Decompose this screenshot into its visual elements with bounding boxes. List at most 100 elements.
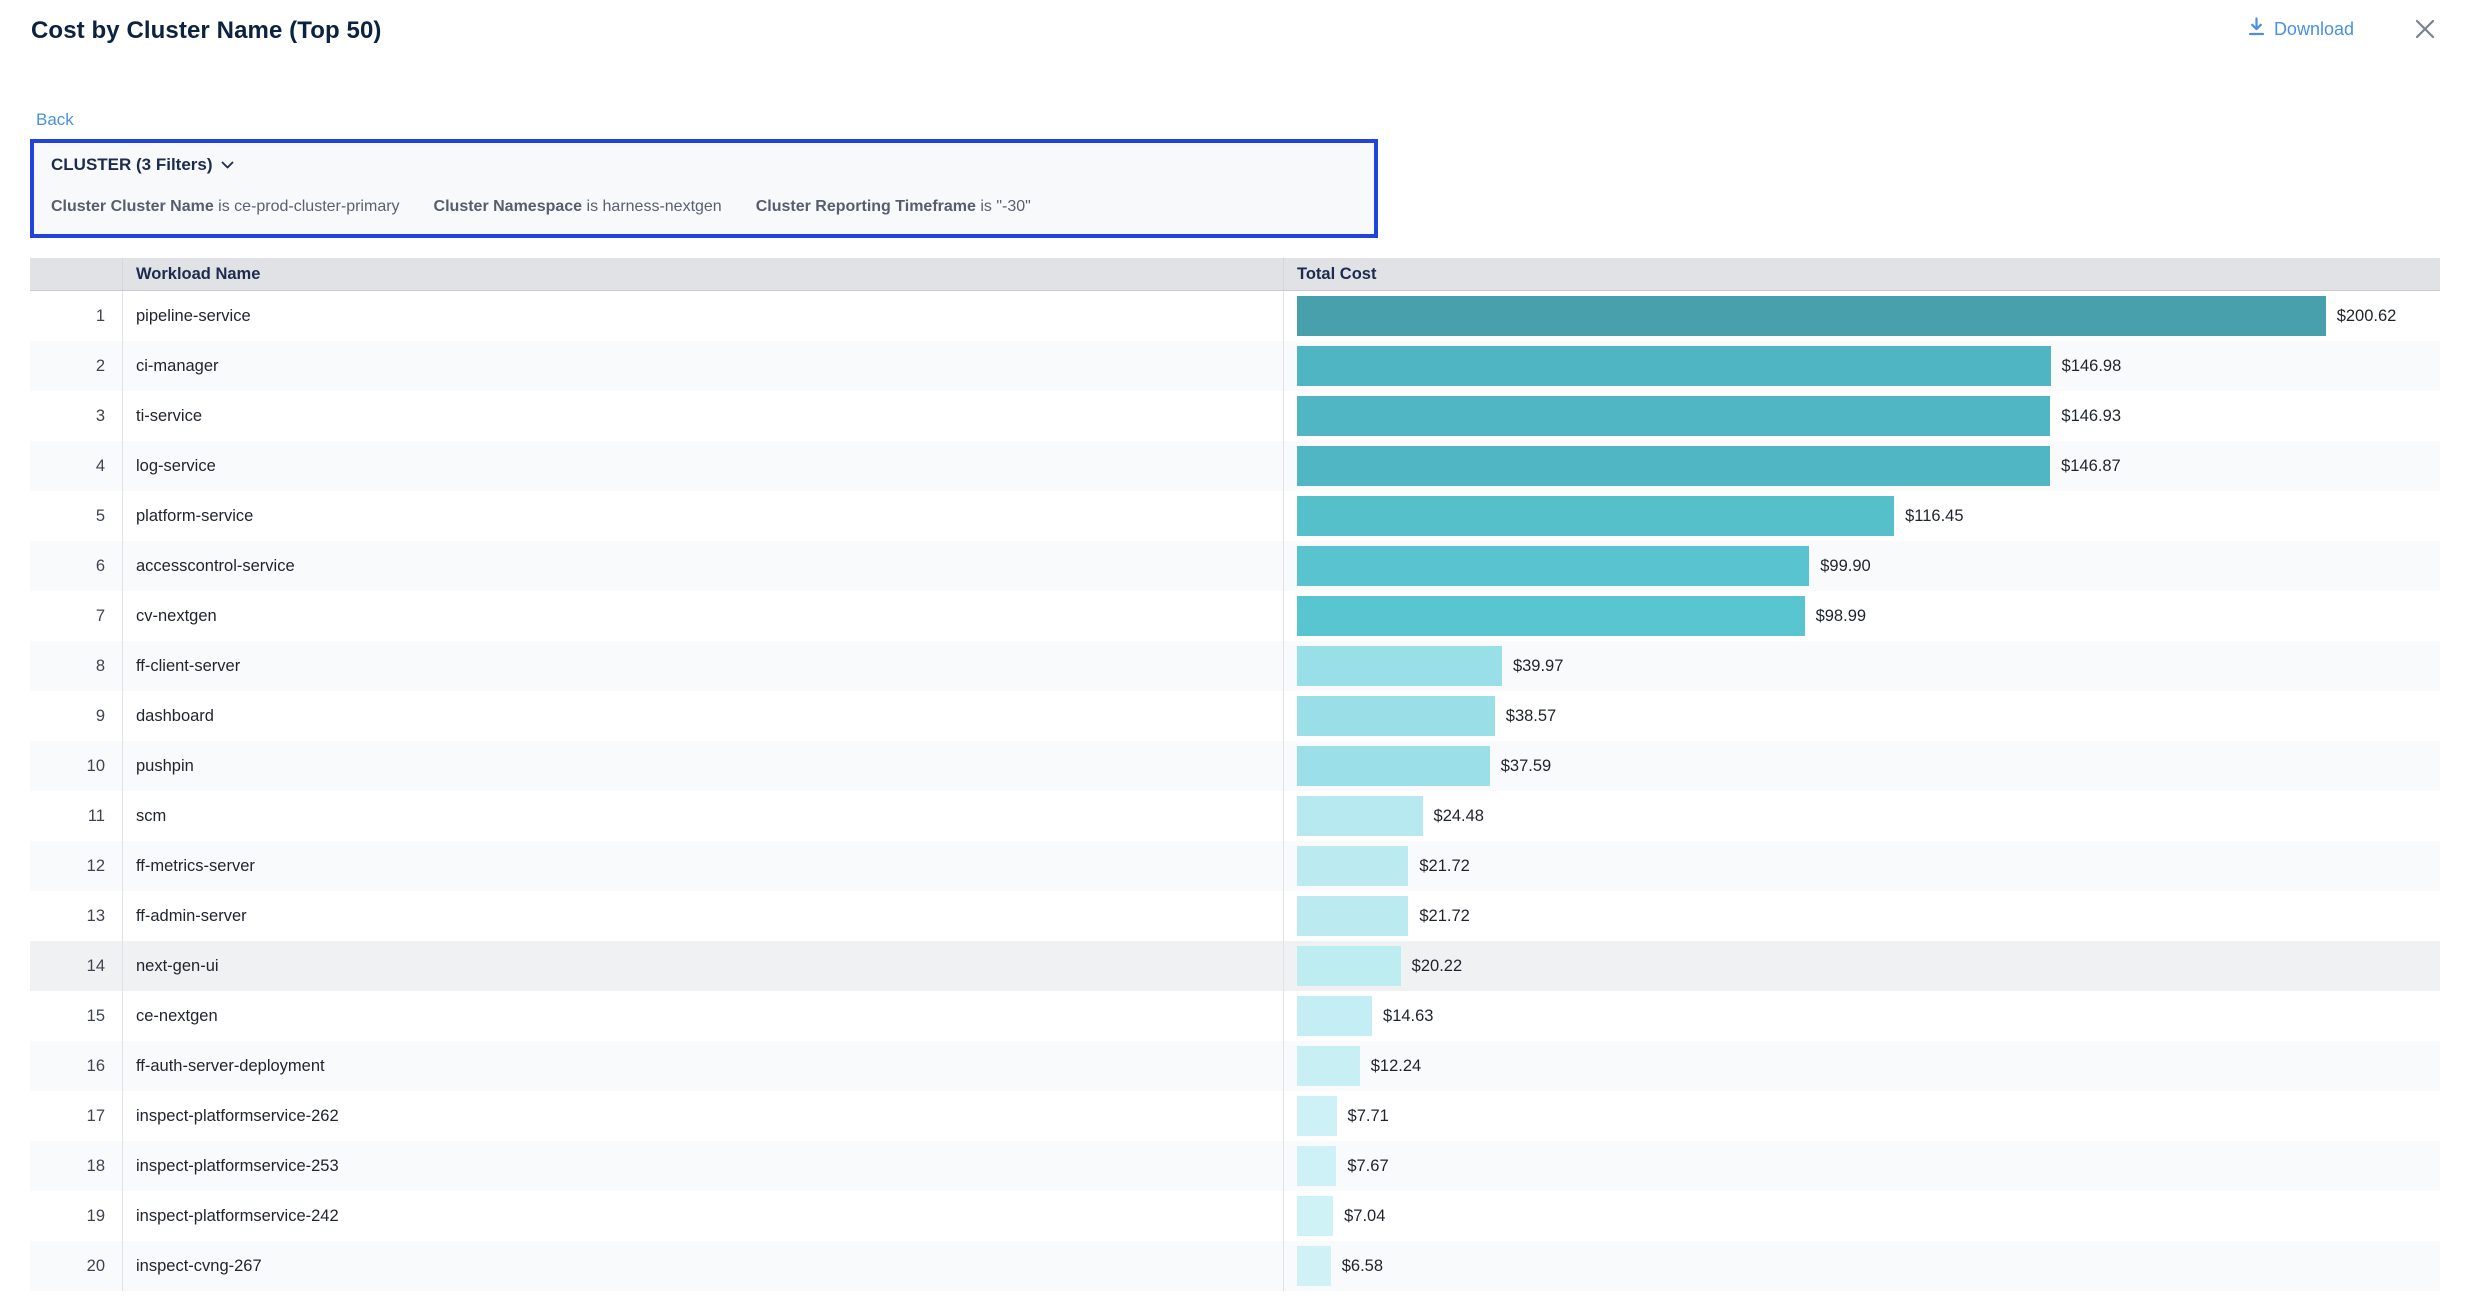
cost-bar[interactable] xyxy=(1297,596,1805,636)
cost-value-label: $37.59 xyxy=(1501,757,1551,776)
cost-bar[interactable] xyxy=(1297,846,1408,886)
cost-value-label: $21.72 xyxy=(1419,857,1469,876)
table-row[interactable]: 17inspect-platformservice-262$7.71 xyxy=(30,1091,2440,1141)
cost-bar[interactable] xyxy=(1297,1146,1336,1186)
cost-bar[interactable] xyxy=(1297,646,1502,686)
page-title: Cost by Cluster Name (Top 50) xyxy=(31,16,2248,46)
back-link[interactable]: Back xyxy=(36,110,74,130)
cost-bar[interactable] xyxy=(1297,1246,1331,1286)
table-row[interactable]: 13ff-admin-server$21.72 xyxy=(30,891,2440,941)
filter-clause[interactable]: Cluster Namespace is harness-nextgen xyxy=(434,197,722,217)
workload-name-cell: ti-service xyxy=(122,391,1283,441)
workload-name-cell: platform-service xyxy=(122,491,1283,541)
download-label: Download xyxy=(2274,17,2354,41)
total-cost-cell: $39.97 xyxy=(1283,641,2440,691)
total-cost-cell: $146.98 xyxy=(1283,341,2440,391)
workload-name-cell: ff-admin-server xyxy=(122,891,1283,941)
cost-bar[interactable] xyxy=(1297,1196,1333,1236)
row-rank: 6 xyxy=(30,541,122,591)
table-row[interactable]: 20inspect-cvng-267 $6.58 xyxy=(30,1241,2440,1291)
cost-bar[interactable] xyxy=(1297,996,1372,1036)
cost-bar[interactable] xyxy=(1297,1046,1360,1086)
table-row[interactable]: 4log-service $146.87 xyxy=(30,441,2440,491)
cost-bar[interactable] xyxy=(1297,346,2051,386)
cost-value-label: $20.22 xyxy=(1412,957,1462,976)
row-rank: 20 xyxy=(30,1241,122,1291)
workload-name-cell: ff-auth-server-deployment xyxy=(122,1041,1283,1091)
workload-name-cell: inspect-cvng-267 xyxy=(122,1241,1283,1291)
table-row[interactable]: 2ci-manager$146.98 xyxy=(30,341,2440,391)
workload-name-cell: dashboard xyxy=(122,691,1283,741)
workload-name-cell: pushpin xyxy=(122,741,1283,791)
workload-name-cell: log-service xyxy=(122,441,1283,491)
download-button[interactable]: Download xyxy=(2248,17,2354,42)
cost-bar[interactable] xyxy=(1297,446,2050,486)
workload-name-cell: pipeline-service xyxy=(122,291,1283,341)
table-row[interactable]: 5platform-service$116.45 xyxy=(30,491,2440,541)
cost-bar[interactable] xyxy=(1297,496,1894,536)
table-row[interactable]: 16ff-auth-server-deployment$12.24 xyxy=(30,1041,2440,1091)
filter-clause-condition: is "-30" xyxy=(980,198,1030,215)
row-rank: 15 xyxy=(30,991,122,1041)
row-rank: 4 xyxy=(30,441,122,491)
filter-summary-toggle[interactable]: CLUSTER (3 Filters) xyxy=(51,154,1357,176)
cost-value-label: $38.57 xyxy=(1506,707,1556,726)
cost-value-label: $99.90 xyxy=(1820,557,1870,576)
cost-value-label: $7.04 xyxy=(1344,1207,1385,1226)
total-cost-cell: $7.04 xyxy=(1283,1191,2440,1241)
cost-bar[interactable] xyxy=(1297,546,1809,586)
cost-value-label: $98.99 xyxy=(1816,607,1866,626)
filter-clause-condition: is ce-prod-cluster-primary xyxy=(218,198,399,215)
row-rank: 10 xyxy=(30,741,122,791)
table-row[interactable]: 15ce-nextgen$14.63 xyxy=(30,991,2440,1041)
filter-clause-condition: is harness-nextgen xyxy=(587,198,722,215)
table-row[interactable]: 19inspect-platformservice-242 $7.04 xyxy=(30,1191,2440,1241)
table-row[interactable]: 12ff-metrics-server$21.72 xyxy=(30,841,2440,891)
workload-name-cell: inspect-platformservice-242 xyxy=(122,1191,1283,1241)
table-row[interactable]: 10pushpin $37.59 xyxy=(30,741,2440,791)
table-row[interactable]: 1pipeline-service$200.62 xyxy=(30,291,2440,341)
total-cost-cell: $146.87 xyxy=(1283,441,2440,491)
header-actions: Download xyxy=(2248,16,2438,42)
workload-name-cell: next-gen-ui xyxy=(122,941,1283,991)
row-rank: 19 xyxy=(30,1191,122,1241)
table-row[interactable]: 18inspect-platformservice-253$7.67 xyxy=(30,1141,2440,1191)
filter-clause[interactable]: Cluster Reporting Timeframe is "-30" xyxy=(756,197,1031,217)
workload-name-cell: ci-manager xyxy=(122,341,1283,391)
close-icon[interactable] xyxy=(2412,16,2438,42)
cost-bar[interactable] xyxy=(1297,796,1423,836)
workload-name-cell: ff-client-server xyxy=(122,641,1283,691)
workload-name-cell: ce-nextgen xyxy=(122,991,1283,1041)
table-row[interactable]: 11scm$24.48 xyxy=(30,791,2440,841)
cost-bar[interactable] xyxy=(1297,296,2326,336)
row-rank: 13 xyxy=(30,891,122,941)
total-cost-cell: $21.72 xyxy=(1283,891,2440,941)
table-row[interactable]: 7cv-nextgen$98.99 xyxy=(30,591,2440,641)
cost-bar[interactable] xyxy=(1297,396,2050,436)
total-cost-cell: $6.58 xyxy=(1283,1241,2440,1291)
table-row[interactable]: 6accesscontrol-service$99.90 xyxy=(30,541,2440,591)
total-cost-cell: $98.99 xyxy=(1283,591,2440,641)
row-rank: 3 xyxy=(30,391,122,441)
filter-clause[interactable]: Cluster Cluster Name is ce-prod-cluster-… xyxy=(51,197,400,217)
cost-bar[interactable] xyxy=(1297,696,1495,736)
cost-table: Workload Name Total Cost 1pipeline-servi… xyxy=(30,258,2440,1291)
total-cost-cell: $37.59 xyxy=(1283,741,2440,791)
cost-bar[interactable] xyxy=(1297,896,1408,936)
table-row[interactable]: 8ff-client-server$39.97 xyxy=(30,641,2440,691)
table-row[interactable]: 14next-gen-ui$20.22 xyxy=(30,941,2440,991)
cost-value-label: $146.87 xyxy=(2061,457,2121,476)
total-cost-cell: $7.71 xyxy=(1283,1091,2440,1141)
table-row[interactable]: 9dashboard$38.57 xyxy=(30,691,2440,741)
total-cost-column-header: Total Cost xyxy=(1283,258,2440,290)
cost-bar[interactable] xyxy=(1297,746,1490,786)
rank-column-header xyxy=(30,258,122,290)
total-cost-cell: $200.62 xyxy=(1283,291,2440,341)
cost-bar[interactable] xyxy=(1297,946,1401,986)
cost-value-label: $6.58 xyxy=(1342,1257,1383,1276)
filter-clauses: Cluster Cluster Name is ce-prod-cluster-… xyxy=(51,197,1357,217)
cost-bar[interactable] xyxy=(1297,1096,1337,1136)
total-cost-cell: $7.67 xyxy=(1283,1141,2440,1191)
table-row[interactable]: 3ti-service $146.93 xyxy=(30,391,2440,441)
cost-value-label: $146.93 xyxy=(2061,407,2121,426)
